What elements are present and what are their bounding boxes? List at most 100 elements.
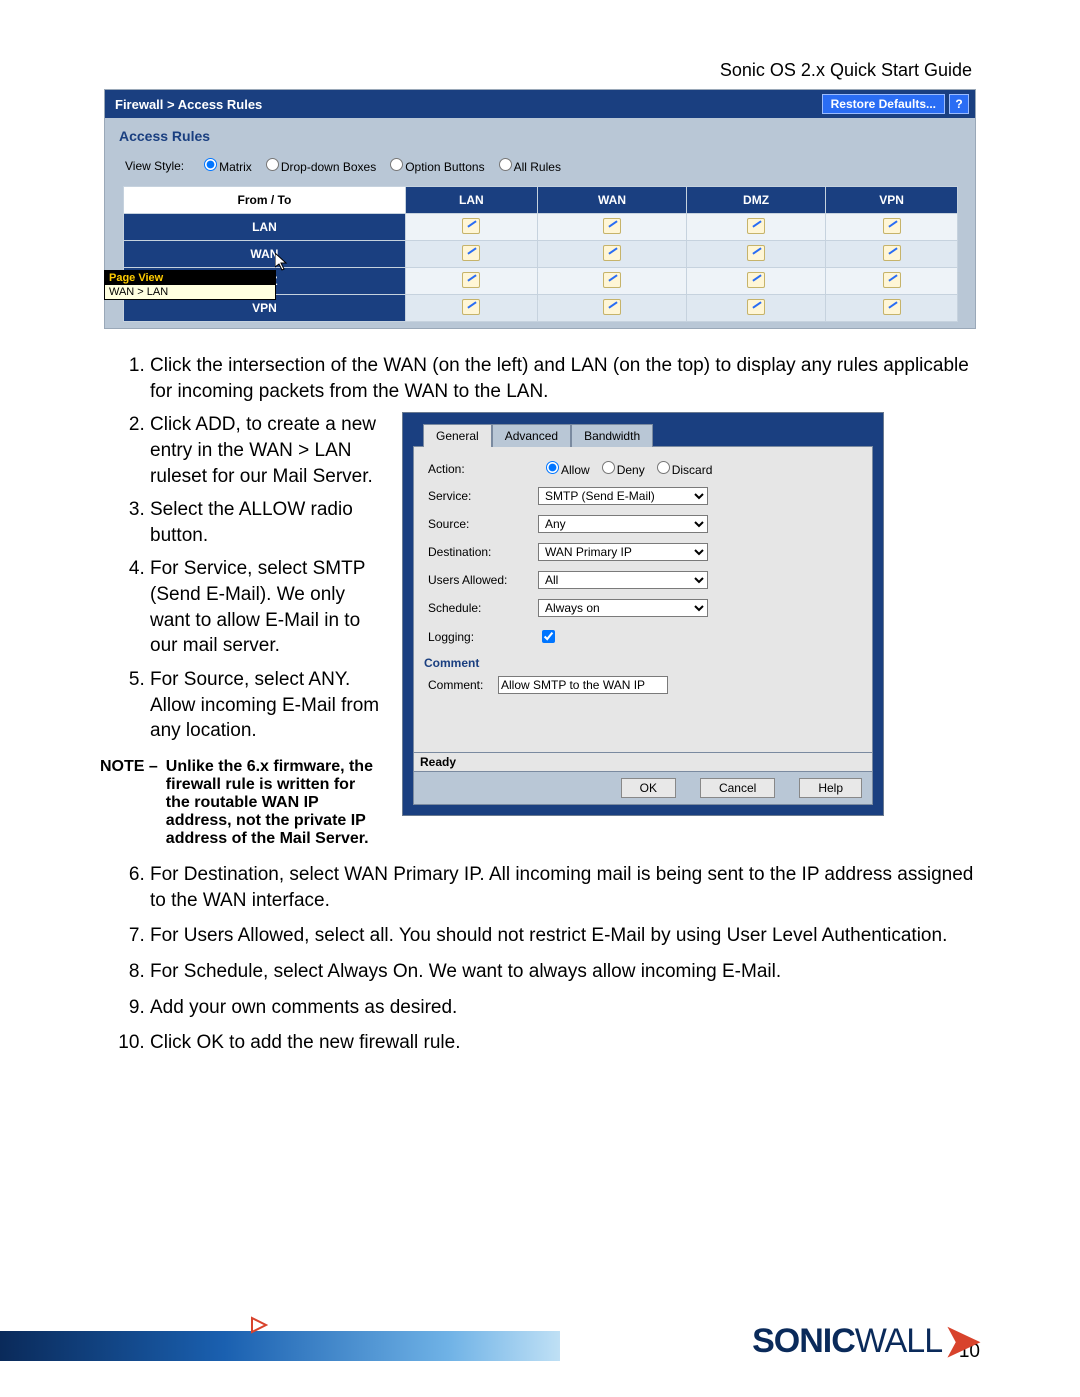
step-4: For Service, select SMTP (Send E-Mail). … (150, 556, 380, 659)
schedule-select[interactable]: Always on (538, 599, 708, 617)
cell-dmz-lan[interactable] (405, 268, 537, 295)
view-style-row: View Style: Matrix Drop-down Boxes Optio… (105, 154, 975, 186)
step-10: Click OK to add the new firewall rule. (150, 1030, 980, 1056)
edit-icon (462, 218, 480, 234)
step-8: For Schedule, select Always On. We want … (150, 959, 980, 985)
edit-icon (883, 245, 901, 261)
action-allow[interactable]: Allow (538, 461, 590, 477)
breadcrumb: Firewall > Access Rules (115, 97, 262, 112)
cell-lan-wan[interactable] (537, 214, 686, 241)
users-label: Users Allowed: (428, 573, 538, 587)
cell-vpn-lan[interactable] (405, 295, 537, 322)
tooltip-body: WAN > LAN (105, 285, 275, 299)
step-1: Click the intersection of the WAN (on th… (150, 353, 980, 404)
col-vpn: VPN (825, 187, 957, 214)
col-wan: WAN (537, 187, 686, 214)
comment-input[interactable] (498, 676, 668, 694)
edit-icon (462, 299, 480, 315)
row-lan: LAN (124, 214, 406, 241)
edit-icon (462, 245, 480, 261)
cell-dmz-vpn[interactable] (825, 268, 957, 295)
help-button[interactable]: ? (949, 94, 969, 114)
row-wan: WAN (124, 241, 406, 268)
action-label: Action: (428, 462, 538, 476)
page-view-tooltip: Page View WAN > LAN (104, 270, 276, 300)
view-option-dropdown[interactable]: Drop-down Boxes (260, 158, 376, 174)
zone-matrix: From / To LAN WAN DMZ VPN LAN WAN (123, 186, 958, 322)
edit-icon (603, 272, 621, 288)
step-3: Select the ALLOW radio button. (150, 497, 380, 548)
add-rule-dialog: General Advanced Bandwidth Action: Allow… (402, 412, 884, 816)
cell-vpn-dmz[interactable] (687, 295, 826, 322)
cell-vpn-wan[interactable] (537, 295, 686, 322)
col-dmz: DMZ (687, 187, 826, 214)
col-lan: LAN (405, 187, 537, 214)
destination-label: Destination: (428, 545, 538, 559)
access-rules-screenshot: Firewall > Access Rules Restore Defaults… (104, 89, 976, 329)
destination-select[interactable]: WAN Primary IP (538, 543, 708, 561)
step-2: Click ADD, to create a new entry in the … (150, 412, 380, 489)
edit-icon (603, 299, 621, 315)
cell-dmz-wan[interactable] (537, 268, 686, 295)
note-text: Unlike the 6.x firmware, the firewall ru… (166, 758, 380, 848)
source-label: Source: (428, 517, 538, 531)
note-label: NOTE – (100, 758, 166, 848)
note-block: NOTE – Unlike the 6.x firmware, the fire… (100, 758, 380, 848)
cell-wan-dmz[interactable] (687, 241, 826, 268)
step-5: For Source, select ANY. Allow incoming E… (150, 667, 380, 744)
edit-icon (883, 218, 901, 234)
instructions-bottom: For Destination, select WAN Primary IP. … (100, 862, 980, 1056)
edit-icon (747, 245, 765, 261)
cell-lan-dmz[interactable] (687, 214, 826, 241)
comment-section: Comment (424, 656, 858, 670)
tab-general[interactable]: General (423, 424, 492, 447)
edit-icon (883, 272, 901, 288)
view-style-label: View Style: (125, 159, 184, 173)
step-9: Add your own comments as desired. (150, 995, 980, 1021)
restore-defaults-button[interactable]: Restore Defaults... (822, 94, 945, 114)
edit-icon (603, 245, 621, 261)
cancel-button[interactable]: Cancel (700, 778, 775, 798)
edit-icon (747, 299, 765, 315)
cell-wan-wan[interactable] (537, 241, 686, 268)
sonicwall-logo: SONICWALL➤ (752, 1322, 980, 1361)
edit-icon (883, 299, 901, 315)
action-deny[interactable]: Deny (594, 461, 645, 477)
view-option-buttons[interactable]: Option Buttons (384, 158, 484, 174)
help-button[interactable]: Help (799, 778, 862, 798)
edit-icon (462, 272, 480, 288)
cell-wan-vpn[interactable] (825, 241, 957, 268)
status-bar: Ready (413, 753, 873, 772)
instructions-top: Click the intersection of the WAN (on th… (100, 353, 980, 404)
cell-wan-lan[interactable] (405, 241, 537, 268)
edit-icon (747, 218, 765, 234)
edit-icon (603, 218, 621, 234)
users-select[interactable]: All (538, 571, 708, 589)
cell-lan-vpn[interactable] (825, 214, 957, 241)
service-label: Service: (428, 489, 538, 503)
logging-label: Logging: (428, 630, 538, 644)
step-6: For Destination, select WAN Primary IP. … (150, 862, 980, 913)
page-footer: SONICWALL➤ 10 (0, 1322, 1080, 1361)
cursor-icon (275, 253, 289, 271)
comment-label: Comment: (428, 678, 498, 692)
ok-button[interactable]: OK (621, 778, 676, 798)
view-option-matrix[interactable]: Matrix (198, 158, 252, 174)
cell-vpn-vpn[interactable] (825, 295, 957, 322)
source-select[interactable]: Any (538, 515, 708, 533)
section-title: Access Rules (105, 118, 975, 154)
cell-lan-lan[interactable] (405, 214, 537, 241)
tab-advanced[interactable]: Advanced (492, 424, 571, 447)
schedule-label: Schedule: (428, 601, 538, 615)
edit-icon (747, 272, 765, 288)
corner-label: From / To (124, 187, 406, 214)
action-discard[interactable]: Discard (649, 461, 713, 477)
logging-checkbox[interactable] (542, 630, 555, 643)
tooltip-head: Page View (105, 271, 275, 285)
service-select[interactable]: SMTP (Send E-Mail) (538, 487, 708, 505)
cell-dmz-dmz[interactable] (687, 268, 826, 295)
tab-bandwidth[interactable]: Bandwidth (571, 424, 653, 447)
view-option-all[interactable]: All Rules (493, 158, 561, 174)
step-7: For Users Allowed, select all. You shoul… (150, 923, 980, 949)
doc-header: Sonic OS 2.x Quick Start Guide (100, 60, 980, 81)
